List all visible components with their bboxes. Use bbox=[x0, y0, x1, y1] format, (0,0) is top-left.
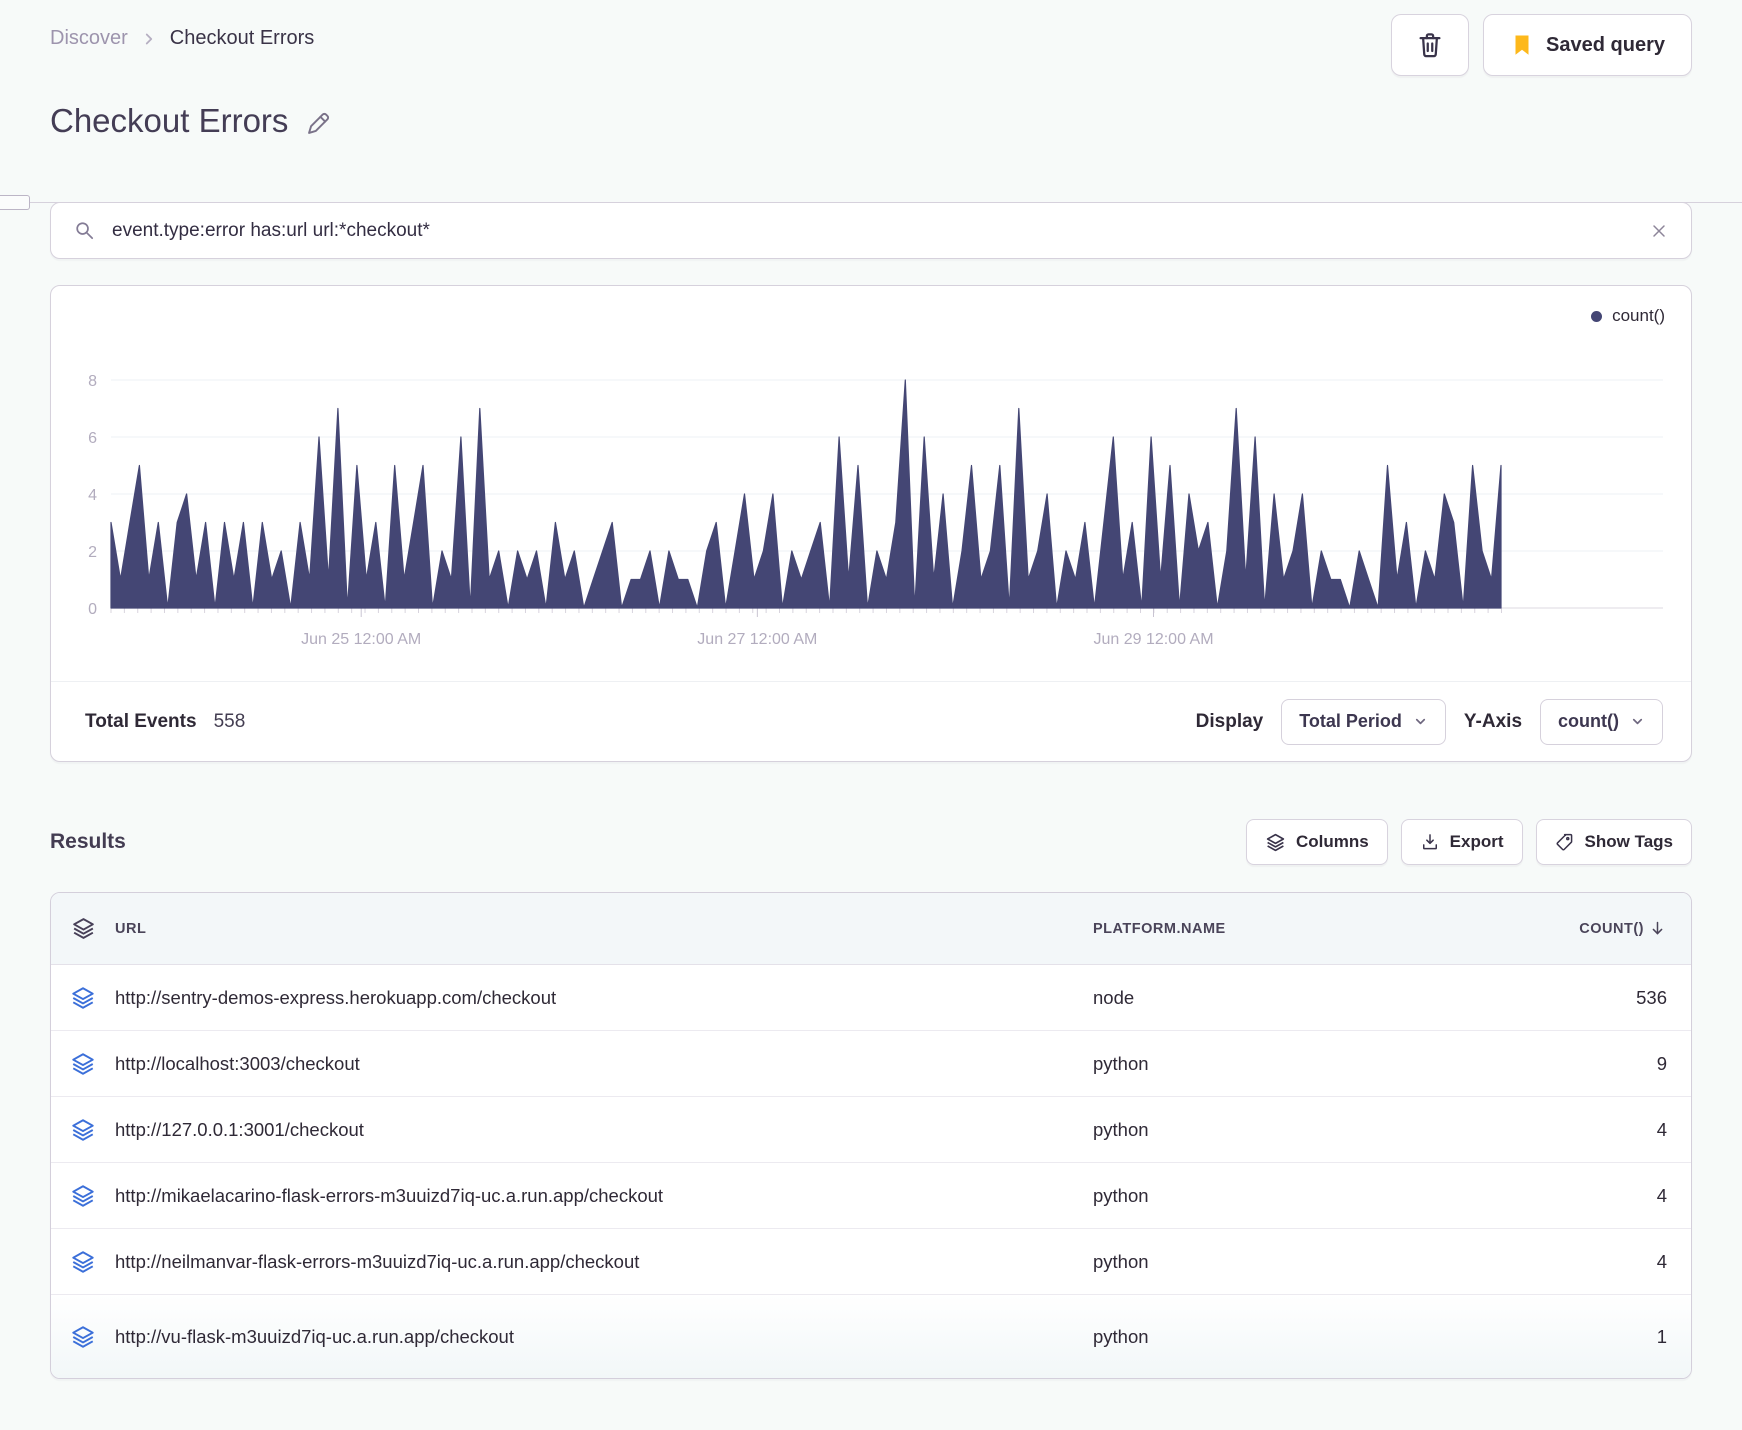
platform-cell: python bbox=[1093, 1250, 1149, 1272]
saved-query-button[interactable]: Saved query bbox=[1483, 14, 1692, 76]
svg-text:2: 2 bbox=[88, 544, 97, 561]
row-stack-icon[interactable] bbox=[51, 1183, 115, 1209]
sort-arrow-down-icon bbox=[1648, 919, 1667, 938]
url-cell: http://sentry-demos-express.herokuapp.co… bbox=[115, 986, 557, 1008]
table-body: http://sentry-demos-express.herokuapp.co… bbox=[51, 965, 1691, 1378]
platform-cell: python bbox=[1093, 1184, 1149, 1206]
chart-legend[interactable]: count() bbox=[1591, 306, 1665, 326]
chart-footer: Total Events 558 Display Total Period Y-… bbox=[51, 681, 1691, 761]
table-row: http://vu-flask-m3uuizd7iq-uc.a.run.app/… bbox=[51, 1295, 1691, 1378]
topbar: Discover Checkout Errors Saved query Che… bbox=[50, 0, 1692, 140]
svg-text:8: 8 bbox=[88, 373, 97, 390]
row-stack-icon[interactable] bbox=[51, 1051, 115, 1077]
yaxis-label: Y-Axis bbox=[1463, 710, 1523, 732]
results-row: Results Columns Export Show Tags bbox=[50, 818, 1692, 866]
page-title: Checkout Errors bbox=[50, 102, 289, 139]
count-header-label: COUNT() bbox=[1579, 920, 1644, 937]
url-cell: http://neilmanvar-flask-errors-m3uuizd7i… bbox=[115, 1250, 640, 1272]
total-events-value: 558 bbox=[213, 710, 246, 732]
display-label: Display bbox=[1195, 710, 1264, 732]
url-cell: http://vu-flask-m3uuizd7iq-uc.a.run.app/… bbox=[115, 1325, 514, 1347]
row-stack-icon[interactable] bbox=[51, 1249, 115, 1275]
svg-text:0: 0 bbox=[88, 601, 97, 618]
total-events: Total Events 558 bbox=[85, 711, 245, 733]
count-cell: 4 bbox=[1656, 1118, 1667, 1140]
table-row: http://127.0.0.1:3001/checkout python 4 bbox=[51, 1097, 1691, 1163]
chevron-right-icon bbox=[140, 30, 158, 48]
tag-icon bbox=[1555, 832, 1575, 852]
chart-controls: Display Total Period Y-Axis count() bbox=[1195, 698, 1663, 745]
show-tags-button-label: Show Tags bbox=[1584, 832, 1673, 851]
count-cell: 4 bbox=[1656, 1250, 1667, 1272]
chart-panel: count() 0 2 4 6 8 Jun 25 12:00 AM Jun 27 12:00… bbox=[50, 285, 1692, 762]
stack-column-icon bbox=[51, 916, 115, 941]
search-bar[interactable] bbox=[50, 202, 1692, 259]
count-cell: 4 bbox=[1656, 1184, 1667, 1206]
columns-button[interactable]: Columns bbox=[1245, 819, 1388, 865]
top-actions: Saved query bbox=[1391, 14, 1692, 76]
row-stack-icon[interactable] bbox=[51, 1324, 115, 1350]
count-cell: 536 bbox=[1636, 986, 1667, 1008]
edit-title-pencil-icon[interactable] bbox=[304, 111, 331, 138]
row-stack-icon[interactable] bbox=[51, 985, 115, 1011]
delete-query-button[interactable] bbox=[1391, 14, 1470, 76]
show-tags-button[interactable]: Show Tags bbox=[1535, 819, 1692, 865]
column-header-url[interactable]: URL bbox=[115, 921, 1093, 937]
url-cell: http://127.0.0.1:3001/checkout bbox=[115, 1118, 364, 1140]
bookmark-icon bbox=[1510, 33, 1534, 57]
columns-button-label: Columns bbox=[1295, 832, 1369, 851]
chevron-down-icon bbox=[1413, 714, 1428, 729]
page-title-row: Checkout Errors bbox=[50, 102, 1692, 140]
results-table: URL PLATFORM.NAME COUNT() http://sentry-… bbox=[50, 892, 1692, 1379]
saved-query-label: Saved query bbox=[1546, 33, 1665, 56]
count-cell: 1 bbox=[1656, 1325, 1667, 1347]
legend-dot-icon bbox=[1591, 310, 1603, 322]
svg-text:4: 4 bbox=[88, 487, 97, 504]
download-icon bbox=[1420, 832, 1440, 852]
table-row: http://mikaelacarino-flask-errors-m3uuiz… bbox=[51, 1163, 1691, 1229]
events-area-chart: 0 2 4 6 8 Jun 25 12:00 AM Jun 27 12:00 AM Jun 2… bbox=[88, 373, 1663, 648]
export-button-label: Export bbox=[1449, 832, 1504, 851]
drawer-handle[interactable] bbox=[0, 195, 30, 210]
trash-icon bbox=[1415, 30, 1445, 60]
table-row: http://localhost:3003/checkout python 9 bbox=[51, 1031, 1691, 1097]
table-row: http://neilmanvar-flask-errors-m3uuizd7i… bbox=[51, 1229, 1691, 1295]
platform-cell: python bbox=[1093, 1052, 1149, 1074]
table-header: URL PLATFORM.NAME COUNT() bbox=[51, 893, 1691, 965]
yaxis-select-value: count() bbox=[1558, 711, 1619, 731]
row-stack-icon[interactable] bbox=[51, 1117, 115, 1143]
url-cell: http://mikaelacarino-flask-errors-m3uuiz… bbox=[115, 1184, 664, 1206]
chevron-down-icon bbox=[1630, 714, 1645, 729]
platform-cell: python bbox=[1093, 1118, 1149, 1140]
breadcrumb-discover[interactable]: Discover bbox=[50, 27, 128, 50]
svg-text:Jun 27 12:00 AM: Jun 27 12:00 AM bbox=[697, 631, 817, 648]
clear-search-icon[interactable] bbox=[1649, 221, 1669, 241]
table-row: http://sentry-demos-express.herokuapp.co… bbox=[51, 965, 1691, 1031]
yaxis-select[interactable]: count() bbox=[1540, 698, 1663, 745]
results-heading: Results bbox=[50, 830, 126, 853]
svg-text:Jun 29 12:00 AM: Jun 29 12:00 AM bbox=[1093, 631, 1213, 648]
search-input[interactable] bbox=[110, 218, 1635, 243]
count-cell: 9 bbox=[1656, 1052, 1667, 1074]
platform-cell: node bbox=[1093, 986, 1135, 1008]
page-divider bbox=[0, 195, 1742, 210]
platform-cell: python bbox=[1093, 1325, 1149, 1347]
svg-text:6: 6 bbox=[88, 430, 97, 447]
url-cell: http://localhost:3003/checkout bbox=[115, 1052, 360, 1074]
search-icon bbox=[73, 219, 96, 242]
results-actions: Columns Export Show Tags bbox=[1245, 819, 1692, 865]
column-header-count[interactable]: COUNT() bbox=[1493, 919, 1667, 938]
display-select-value: Total Period bbox=[1299, 711, 1402, 731]
display-select[interactable]: Total Period bbox=[1281, 698, 1446, 745]
legend-label: count() bbox=[1612, 306, 1665, 325]
total-events-label: Total Events bbox=[85, 710, 197, 732]
layers-icon bbox=[1265, 832, 1286, 853]
export-button[interactable]: Export bbox=[1400, 819, 1523, 865]
svg-text:Jun 25 12:00 AM: Jun 25 12:00 AM bbox=[301, 631, 421, 648]
column-header-platform[interactable]: PLATFORM.NAME bbox=[1093, 921, 1493, 937]
breadcrumb-current: Checkout Errors bbox=[169, 27, 315, 49]
